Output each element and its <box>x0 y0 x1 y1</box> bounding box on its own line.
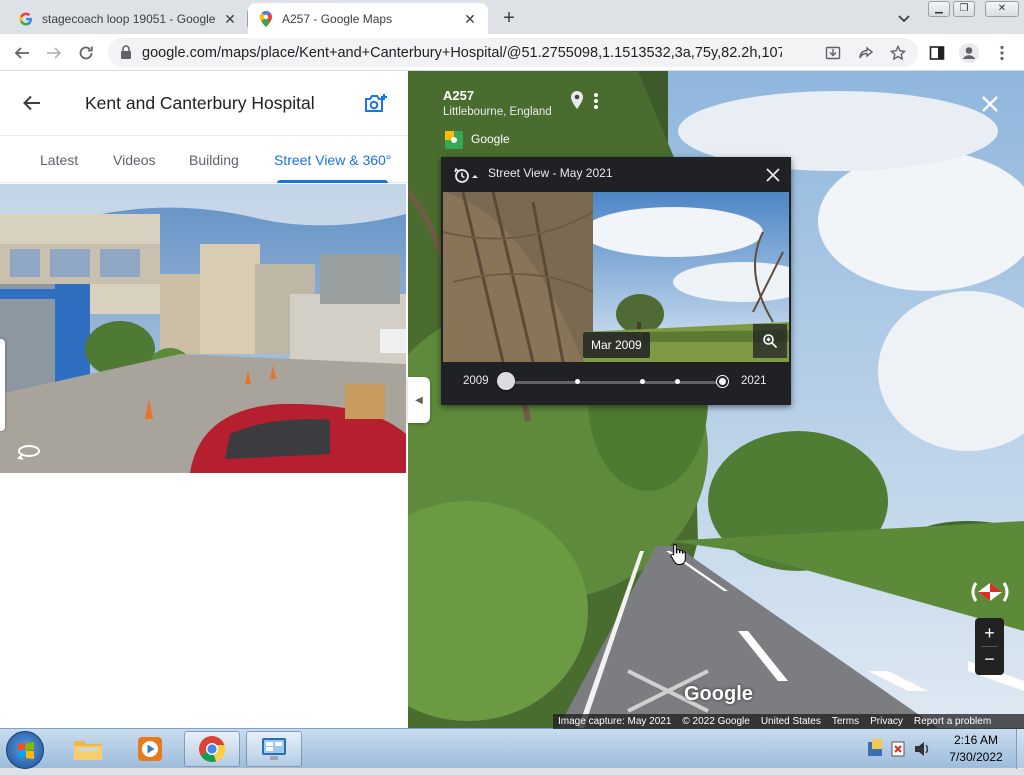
tab-title: stagecoach loop 19051 - Google <box>42 11 216 26</box>
tab-latest[interactable]: Latest <box>40 152 78 168</box>
timeline-capture-dot[interactable] <box>575 379 580 384</box>
road-name: A257 <box>443 88 475 103</box>
locality-name: Littlebourne, England <box>443 106 552 118</box>
zoom-out-button[interactable]: − <box>975 647 1004 673</box>
preview-date-label: Mar 2009 <box>583 332 650 358</box>
timeline-end-year: 2021 <box>741 375 767 387</box>
network-app-icon[interactable] <box>246 731 302 767</box>
time-travel-panel: Street View - May 2021 Mar 2009 2009 202… <box>441 157 791 405</box>
close-icon[interactable] <box>764 166 782 184</box>
show-desktop-button[interactable] <box>1016 729 1024 769</box>
lock-icon[interactable] <box>120 45 132 59</box>
bookmark-star-icon[interactable] <box>888 43 908 63</box>
tab-building[interactable]: Building <box>189 152 239 168</box>
profile-avatar-icon[interactable] <box>959 43 979 63</box>
tab-street-view-360[interactable]: Street View & 360° <box>274 152 391 168</box>
reload-icon[interactable] <box>76 43 96 63</box>
close-street-view-icon[interactable] <box>980 94 1000 114</box>
windows-taskbar: 2:16 AM 7/30/2022 <box>0 728 1024 769</box>
photo-category-tabs: Latest Videos Building Street View & 360… <box>0 135 408 183</box>
timeline-start-year: 2009 <box>463 375 489 387</box>
location-pin-icon[interactable] <box>570 91 584 109</box>
street-view-thumbnail-photo[interactable] <box>0 184 406 473</box>
more-options-icon[interactable] <box>593 92 603 110</box>
tab-stagecoach-search[interactable]: stagecoach loop 19051 - Google ✕ <box>8 3 248 34</box>
media-player-icon[interactable] <box>122 731 178 767</box>
zoom-preview-icon[interactable] <box>753 324 787 358</box>
google-g-icon <box>18 11 34 27</box>
timeline-capture-dot[interactable] <box>675 379 680 384</box>
terms-link[interactable]: Terms <box>832 716 859 727</box>
add-photo-icon[interactable] <box>364 93 388 115</box>
install-app-icon[interactable] <box>823 43 843 63</box>
start-button[interactable] <box>6 731 44 769</box>
google-maps-pin-icon <box>258 10 274 27</box>
back-arrow-icon[interactable] <box>22 93 44 113</box>
clock-time[interactable]: 2:16 AM <box>938 733 1014 747</box>
collapse-panel-button[interactable]: ◀ <box>408 377 430 423</box>
tab-google-maps[interactable]: A257 - Google Maps ✕ <box>248 3 488 34</box>
hand-pointer-cursor-icon <box>670 543 686 565</box>
place-title: Kent and Canterbury Hospital <box>85 93 315 113</box>
history-clock-icon[interactable] <box>453 166 479 184</box>
system-tray <box>862 737 942 761</box>
window-minimize-button[interactable]: ▁ <box>928 1 950 17</box>
explorer-folder-icon[interactable] <box>60 731 116 767</box>
report-problem-link[interactable]: Report a problem <box>914 716 991 727</box>
browser-toolbar: google.com/maps/place/Kent+and+Canterbur… <box>0 34 1024 71</box>
browser-tab-strip: stagecoach loop 19051 - Google ✕ A257 - … <box>0 0 1024 34</box>
google-watermark: Google <box>684 683 753 705</box>
google-street-view-logo-icon <box>445 131 463 149</box>
forward-arrow-icon[interactable] <box>44 43 64 63</box>
image-capture-date: Image capture: May 2021 <box>558 716 672 727</box>
time-panel-title: Street View - May 2021 <box>488 166 613 180</box>
url-text[interactable]: google.com/maps/place/Kent+and+Canterbur… <box>142 45 782 61</box>
tab-search-chevron-icon[interactable] <box>896 10 912 26</box>
tab-title: A257 - Google Maps <box>282 11 393 26</box>
share-icon[interactable] <box>856 43 876 63</box>
window-close-button[interactable]: ✕ <box>985 1 1019 17</box>
kebab-menu-icon[interactable] <box>992 43 1012 63</box>
clock-date[interactable]: 7/30/2022 <box>938 750 1014 764</box>
new-tab-plus-icon[interactable]: + <box>498 7 520 29</box>
back-arrow-icon[interactable] <box>12 43 32 63</box>
zoom-in-button[interactable]: + <box>975 620 1004 646</box>
active-tab-indicator <box>277 180 388 183</box>
privacy-link[interactable]: Privacy <box>870 716 903 727</box>
timeline-capture-dot[interactable] <box>640 379 645 384</box>
region-link[interactable]: United States <box>761 716 821 727</box>
place-photos-panel: Kent and Canterbury Hospital Latest Vide… <box>0 71 408 728</box>
side-panel-icon[interactable] <box>927 43 947 63</box>
address-bar[interactable]: google.com/maps/place/Kent+and+Canterbur… <box>108 38 918 67</box>
tab-videos[interactable]: Videos <box>113 152 156 168</box>
historical-imagery-preview[interactable]: Mar 2009 <box>443 192 789 362</box>
chrome-icon[interactable] <box>184 731 240 767</box>
panel-edge-handle[interactable] <box>0 339 5 431</box>
timeline-slider-track[interactable] <box>507 381 725 384</box>
tab-close-icon[interactable]: ✕ <box>462 11 478 27</box>
zoom-control: + − <box>975 618 1004 675</box>
copyright: © 2022 Google <box>682 716 750 727</box>
panel-header: Kent and Canterbury Hospital <box>0 71 408 135</box>
timeline-slider-thumb[interactable] <box>497 372 515 390</box>
window-restore-button[interactable]: ❐ <box>953 1 975 17</box>
imagery-provider: Google <box>471 132 510 146</box>
compass-rotate-icon[interactable] <box>968 575 1012 609</box>
tab-close-icon[interactable]: ✕ <box>222 11 238 27</box>
map-footer: Image capture: May 2021 © 2022 Google Un… <box>553 714 1024 729</box>
360-rotate-icon <box>16 443 42 461</box>
timeline-current-marker[interactable] <box>717 376 728 387</box>
